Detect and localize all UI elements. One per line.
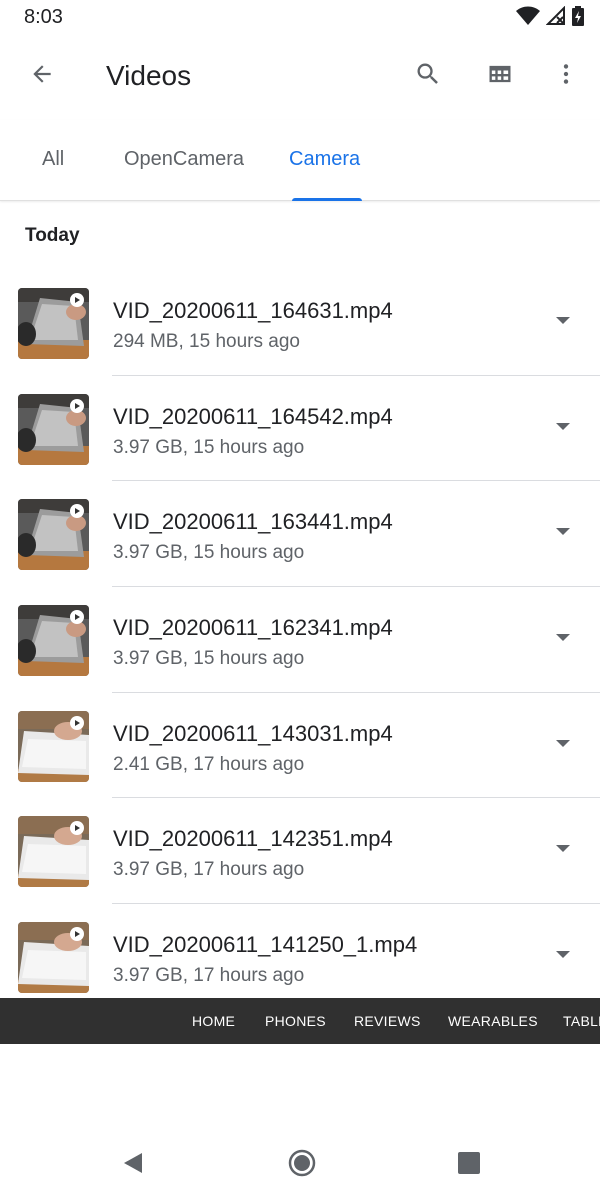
web-nav-tablets[interactable]: TABLETS: [563, 1013, 600, 1029]
grid-view-icon: [486, 60, 514, 93]
system-recents-button[interactable]: [449, 1150, 489, 1180]
caret-down-icon: [555, 419, 571, 437]
search-icon: [414, 60, 442, 93]
system-home-button[interactable]: [282, 1149, 322, 1182]
expand-button[interactable]: [548, 624, 578, 654]
tab-opencamera[interactable]: OpenCamera: [124, 148, 244, 171]
file-meta: 294 MB, 15 hours ago: [113, 331, 300, 352]
video-thumbnail[interactable]: [18, 499, 89, 571]
file-meta: 3.97 GB, 15 hours ago: [113, 648, 305, 670]
file-name: VID_20200611_141250_1.mp4: [113, 932, 418, 958]
caret-down-icon: [555, 630, 571, 648]
list-item[interactable]: VID_20200611_141250_1.mp4 3.97 GB, 17 ho…: [0, 904, 600, 998]
play-icon: [70, 610, 84, 625]
list-item[interactable]: VID_20200611_164631.mp4 294 MB, 15 hours…: [0, 270, 600, 376]
expand-button[interactable]: [548, 518, 578, 548]
expand-button[interactable]: [548, 413, 578, 443]
video-thumbnail[interactable]: [18, 605, 89, 677]
expand-button[interactable]: [548, 730, 578, 760]
file-name: VID_20200611_164631.mp4: [113, 298, 393, 323]
web-nav-phones[interactable]: PHONES: [265, 1013, 326, 1029]
caret-down-icon: [555, 841, 571, 859]
system-back-button[interactable]: [113, 1150, 153, 1180]
expand-button[interactable]: [548, 835, 578, 865]
video-thumbnail[interactable]: [18, 710, 89, 782]
app-bar: Videos: [0, 34, 600, 120]
web-nav-home[interactable]: HOME: [192, 1013, 235, 1029]
status-time: 8:03: [24, 6, 63, 28]
active-tab-indicator: [292, 198, 362, 201]
video-thumbnail[interactable]: [18, 288, 89, 359]
file-name: VID_20200611_164542.mp4: [113, 403, 393, 429]
play-icon: [70, 715, 84, 730]
web-nav-reviews[interactable]: REVIEWS: [354, 1013, 421, 1029]
web-nav-wearables[interactable]: WEARABLES: [448, 1013, 538, 1029]
signal-off-icon: [545, 5, 566, 31]
tab-all[interactable]: All: [42, 148, 64, 171]
arrow-back-icon: [29, 61, 55, 92]
home-circle-icon: [288, 1149, 316, 1182]
more-options-button[interactable]: [546, 56, 586, 96]
caret-down-icon: [555, 313, 571, 331]
tab-camera[interactable]: Camera: [289, 148, 360, 171]
page-title: Videos: [106, 60, 192, 91]
play-icon: [70, 398, 84, 413]
video-thumbnail[interactable]: [18, 393, 89, 465]
video-thumbnail[interactable]: [18, 816, 89, 888]
play-icon: [70, 293, 84, 307]
file-name: VID_20200611_163441.mp4: [113, 509, 393, 535]
file-name: VID_20200611_162341.mp4: [113, 615, 393, 641]
grid-view-button[interactable]: [480, 56, 520, 96]
file-meta: 3.97 GB, 15 hours ago: [113, 436, 305, 458]
search-button[interactable]: [408, 56, 448, 96]
caret-down-icon: [555, 736, 571, 754]
wifi-icon: [516, 6, 540, 31]
list-item[interactable]: VID_20200611_143031.mp4 2.41 GB, 17 hour…: [0, 693, 600, 799]
section-header-today: Today: [25, 225, 80, 246]
status-icons: [516, 5, 584, 31]
file-name: VID_20200611_142351.mp4: [113, 826, 393, 852]
caret-down-icon: [555, 524, 571, 542]
list-item[interactable]: VID_20200611_162341.mp4 3.97 GB, 15 hour…: [0, 587, 600, 693]
file-meta: 3.97 GB, 17 hours ago: [113, 965, 305, 987]
system-nav-bar: [0, 1130, 600, 1197]
list-item[interactable]: VID_20200611_163441.mp4 3.97 GB, 15 hour…: [0, 481, 600, 588]
caret-down-icon: [555, 947, 571, 965]
recents-square-icon: [458, 1151, 480, 1179]
file-list: VID_20200611_164631.mp4 294 MB, 15 hours…: [0, 270, 600, 998]
expand-button[interactable]: [548, 307, 578, 337]
file-name: VID_20200611_143031.mp4: [113, 720, 393, 746]
back-button[interactable]: [22, 56, 62, 96]
more-vert-icon: [553, 61, 579, 92]
battery-charging-icon: [572, 6, 584, 31]
file-meta: 2.41 GB, 17 hours ago: [113, 753, 305, 775]
file-meta: 3.97 GB, 15 hours ago: [113, 542, 305, 564]
web-nav-bar: HOME PHONES REVIEWS WEARABLES TABLETS: [0, 998, 600, 1044]
list-item[interactable]: VID_20200611_164542.mp4 3.97 GB, 15 hour…: [0, 376, 600, 482]
list-item[interactable]: VID_20200611_142351.mp4 3.97 GB, 17 hour…: [0, 798, 600, 905]
status-bar: 8:03: [0, 0, 600, 34]
expand-button[interactable]: [548, 941, 578, 971]
tab-bar: All OpenCamera Camera: [0, 120, 600, 201]
back-triangle-icon: [122, 1151, 144, 1180]
video-thumbnail[interactable]: [18, 922, 89, 994]
file-meta: 3.97 GB, 17 hours ago: [113, 859, 305, 881]
